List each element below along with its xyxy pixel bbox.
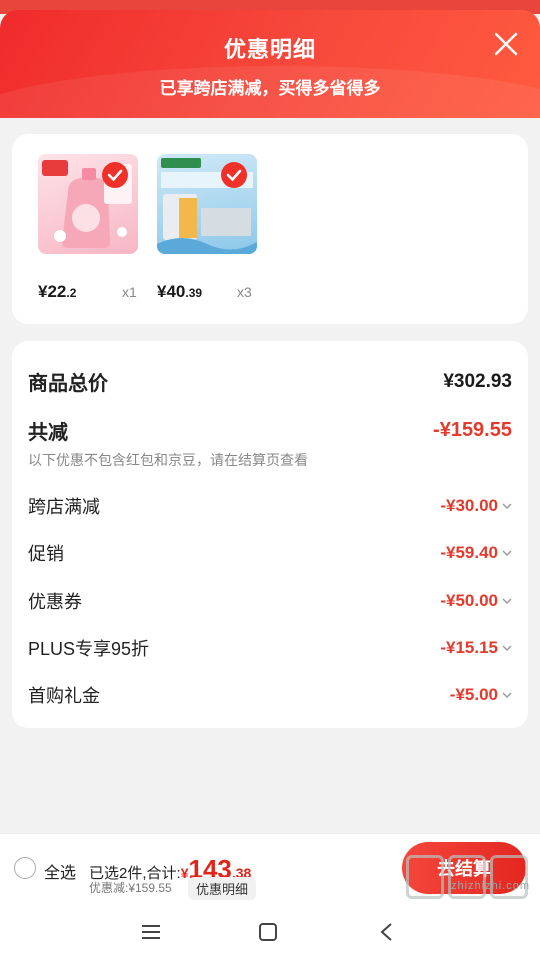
chevron-down-icon xyxy=(502,692,512,698)
chevron-down-icon xyxy=(502,598,512,604)
discount-item-promotion[interactable]: 促销 -¥59.40 xyxy=(28,540,512,566)
detergent-bottle-image[interactable] xyxy=(38,154,138,254)
home-icon[interactable] xyxy=(257,921,279,943)
selected-check-icon xyxy=(102,162,128,188)
discount-item-label: 优惠券 xyxy=(28,592,82,612)
beer-case-image[interactable] xyxy=(157,154,257,254)
close-icon[interactable] xyxy=(492,30,520,58)
discount-item-first-purchase[interactable]: 首购礼金 -¥5.00 xyxy=(28,682,512,708)
discount-detail-button[interactable]: 优惠明细 xyxy=(188,877,257,900)
product-quantity: x3 xyxy=(237,284,252,300)
product-card: ¥22.2 x1 ¥40.39 x3 xyxy=(12,134,528,324)
discount-item-label: 跨店满减 xyxy=(28,497,100,517)
discount-item-value: -¥50.00 xyxy=(440,591,512,611)
total-reduction-value: -¥159.55 xyxy=(433,419,512,441)
select-all-checkbox[interactable] xyxy=(14,857,36,879)
total-price-row: 商品总价 ¥302.93 xyxy=(28,367,512,396)
page-subtitle: 已享跨店满减，买得多省得多 xyxy=(159,79,381,98)
discount-item-value: -¥30.00 xyxy=(440,496,512,516)
discount-item-coupon[interactable]: 优惠券 -¥50.00 xyxy=(28,588,512,614)
discount-item-plus[interactable]: PLUS专享95折 -¥15.15 xyxy=(28,635,512,661)
discount-item-label: PLUS专享95折 xyxy=(28,639,150,659)
discount-item-value: -¥15.15 xyxy=(440,638,512,658)
chevron-down-icon xyxy=(502,645,512,651)
discount-item-value: -¥5.00 xyxy=(450,685,512,705)
watermark-logo xyxy=(406,855,528,899)
discount-item-label: 首购礼金 xyxy=(28,686,100,706)
chevron-down-icon xyxy=(502,550,512,556)
discount-item-cross-store[interactable]: 跨店满减 -¥30.00 xyxy=(28,493,512,519)
discount-details-card: 商品总价 ¥302.93 共减 -¥159.55 以下优惠不包含红包和京豆，请在… xyxy=(12,341,528,728)
select-all-label[interactable]: 全选 xyxy=(44,859,76,883)
watermark-text: zhizhizhi.com xyxy=(450,880,530,892)
product-quantity: x1 xyxy=(122,284,137,300)
discount-detail-header: 优惠明细 已享跨店满减，买得多省得多 xyxy=(0,10,540,118)
total-reduction-row: 共减 -¥159.55 xyxy=(28,416,512,445)
back-icon[interactable] xyxy=(376,921,398,943)
discount-item-value: -¥59.40 xyxy=(440,543,512,563)
discount-item-label: 促销 xyxy=(28,544,64,564)
product-price: ¥40.39 xyxy=(157,282,203,301)
total-price-label: 商品总价 xyxy=(28,373,108,395)
page-title: 优惠明细 xyxy=(223,37,316,62)
discount-note: 以下优惠不包含红包和京豆，请在结算页查看 xyxy=(28,452,308,468)
menu-icon[interactable] xyxy=(140,921,162,943)
total-reduction-label: 共减 xyxy=(28,422,68,444)
total-price-value: ¥302.93 xyxy=(443,370,512,392)
selected-check-icon xyxy=(221,162,247,188)
system-nav-bar xyxy=(0,901,540,963)
product-price: ¥22.2 xyxy=(38,282,77,301)
discount-summary: 优惠减:¥159.55 xyxy=(89,881,172,895)
chevron-down-icon xyxy=(502,503,512,509)
